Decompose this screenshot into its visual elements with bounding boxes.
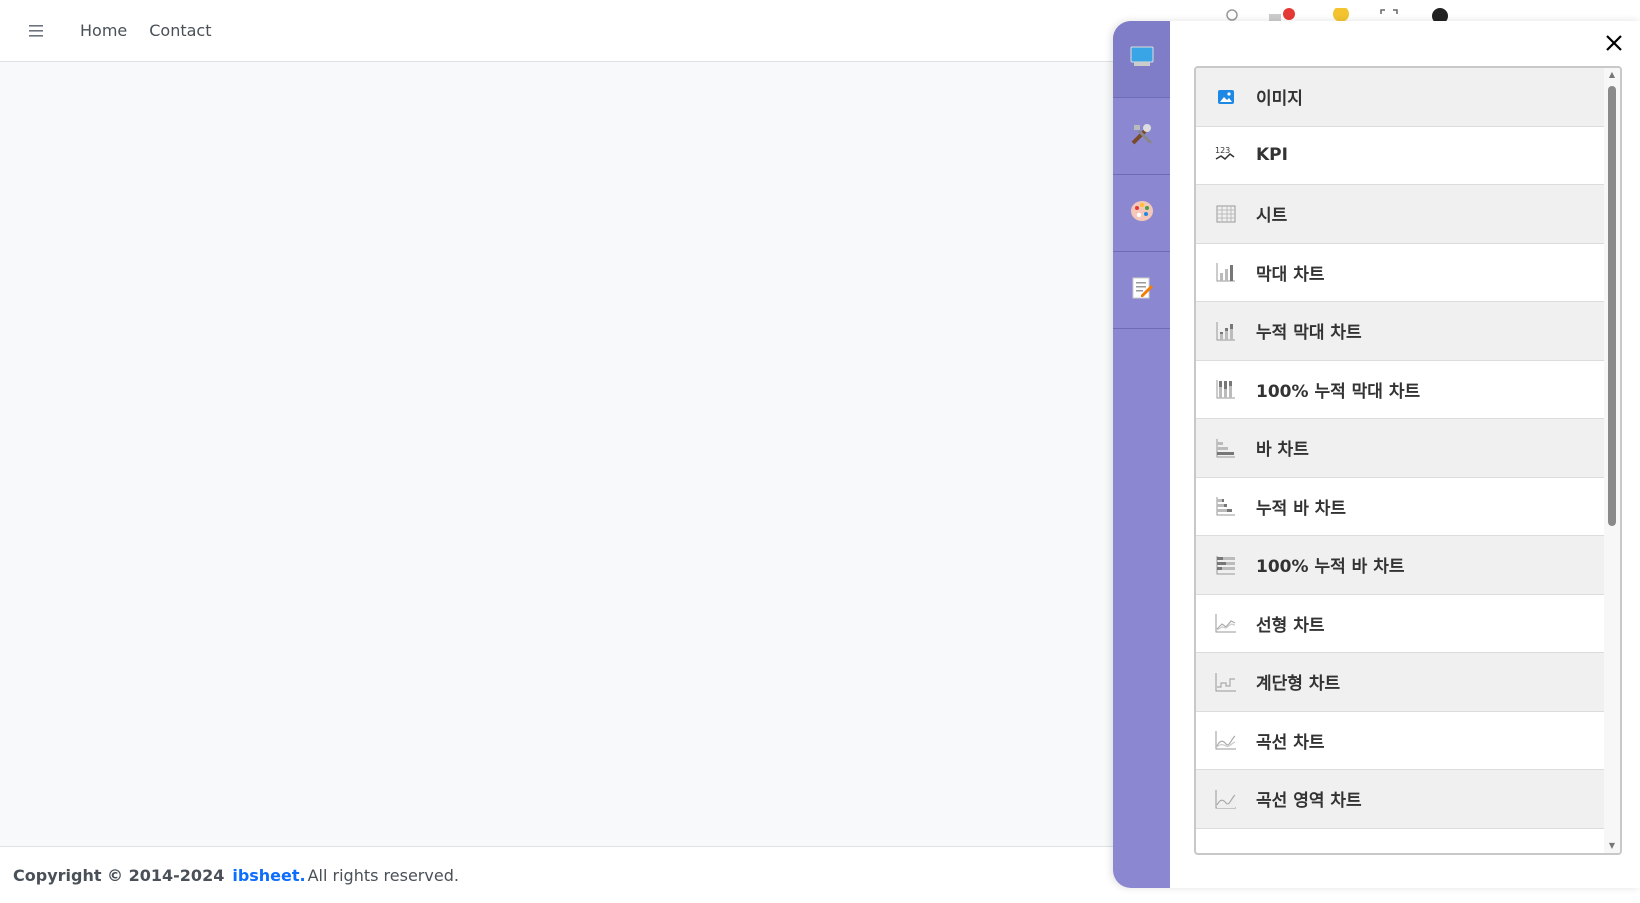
component-item[interactable]: 막대 차트 [1196,244,1606,302]
component-item-label: 막대 차트 [1256,264,1325,285]
stacked-column-chart-icon [1214,319,1238,343]
rail-tab-style[interactable] [1113,175,1170,252]
component-item[interactable]: 100% 누적 바 차트 [1196,536,1606,595]
component-panel: 이미지 123 KPI 시트막대 차트누적 막대 차트 100% 누적 막대 차트바 차… [1113,21,1640,888]
footer-brand-link[interactable]: ibsheet. [232,866,305,885]
panel-rail [1113,21,1170,888]
scroll-up-arrow-icon[interactable]: ▲ [1607,70,1617,80]
footer-copyright: Copyright © 2014-2024 [13,865,225,885]
component-item-label: 시트 [1256,206,1288,227]
edit-document-icon [1129,275,1155,305]
tools-icon [1129,121,1155,151]
component-item-label: 곡선 차트 [1256,732,1325,753]
kpi-icon: 123 [1214,143,1238,167]
component-item-label: 계단형 차트 [1256,674,1341,695]
stacked-100-column-chart-icon [1214,377,1238,401]
component-item-label: 누적 막대 차트 [1256,323,1362,344]
component-item-label: 바 차트 [1256,440,1309,461]
component-item[interactable]: 바 차트 [1196,419,1606,478]
component-item[interactable]: 계단형 차트 [1196,653,1606,712]
image-icon [1214,85,1238,109]
scroll-down-arrow-icon[interactable]: ▼ [1607,841,1617,851]
component-list: 이미지 123 KPI 시트막대 차트누적 막대 차트 100% 누적 막대 차트바 차… [1194,66,1622,855]
column-chart-icon [1214,260,1238,284]
component-item[interactable]: 시트 [1196,185,1606,244]
component-item[interactable]: 100% 누적 막대 차트 [1196,361,1606,419]
component-item[interactable]: 선형 차트 [1196,595,1606,653]
stacked-100-bar-chart-icon [1214,553,1238,577]
component-item-label: 누적 바 차트 [1256,498,1347,519]
stacked-bar-chart-icon [1214,494,1238,518]
component-item-label: KPI [1256,145,1288,166]
list-scrollbar[interactable]: ▲ ▼ [1604,68,1620,853]
component-item[interactable]: 누적 막대 차트 [1196,302,1606,361]
monitor-icon [1129,44,1155,74]
component-item[interactable]: 누적 바 차트 [1196,478,1606,536]
scroll-thumb[interactable] [1608,86,1616,526]
component-item-label: 선형 차트 [1256,615,1325,636]
spline-chart-icon [1214,728,1238,752]
component-item-label: 100% 누적 바 차트 [1256,557,1405,578]
spline-area-chart-icon [1214,787,1238,811]
component-item-label: 곡선 영역 차트 [1256,791,1362,812]
svg-text:123: 123 [1215,146,1230,155]
rail-tab-components[interactable] [1113,21,1170,98]
nav-link-home[interactable]: Home [80,21,127,40]
step-chart-icon [1214,670,1238,694]
component-item-label: 이미지 [1256,89,1303,110]
component-item[interactable]: 123 KPI [1196,127,1606,185]
component-item[interactable]: 이미지 [1196,68,1606,127]
menu-toggle-icon[interactable] [22,17,50,45]
bar-chart-icon [1214,436,1238,460]
palette-icon [1129,198,1155,228]
component-item[interactable]: 곡선 영역 차트 [1196,770,1606,829]
footer-rights: All rights reserved. [307,865,459,885]
rail-tab-edit[interactable] [1113,252,1170,329]
line-chart-icon [1214,611,1238,635]
close-icon[interactable] [1602,31,1626,55]
component-item-label: 100% 누적 막대 차트 [1256,381,1421,402]
component-list-items: 이미지 123 KPI 시트막대 차트누적 막대 차트 100% 누적 막대 차트바 차… [1196,68,1606,829]
rail-tab-tools[interactable] [1113,98,1170,175]
component-item[interactable]: 곡선 차트 [1196,712,1606,770]
sheet-icon [1214,202,1238,226]
nav-link-contact[interactable]: Contact [149,21,211,40]
